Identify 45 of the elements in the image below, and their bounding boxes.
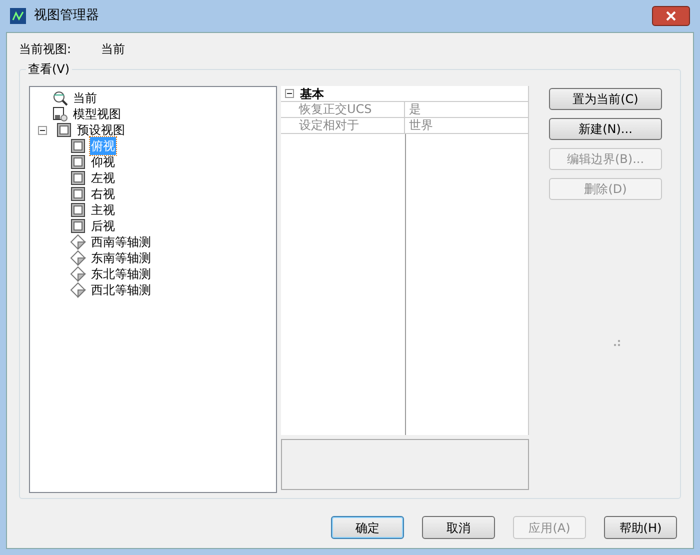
tree-item[interactable]: 仰视 xyxy=(90,153,116,171)
iso-cube-icon xyxy=(70,266,86,282)
tree-item[interactable]: 后视 xyxy=(90,217,116,235)
action-button[interactable]: 新建(N)... xyxy=(549,118,662,140)
action-button[interactable]: 置为当前(C) xyxy=(549,88,662,110)
tree-item[interactable]: 主视 xyxy=(90,201,116,219)
app-icon xyxy=(10,8,26,24)
window-title: 视图管理器 xyxy=(34,7,100,26)
magnifier-icon xyxy=(52,90,68,106)
tree-item[interactable]: 右视 xyxy=(90,185,116,203)
tree-item[interactable]: 左视 xyxy=(90,169,116,187)
property-value: 是 xyxy=(408,102,421,117)
cube-icon xyxy=(70,186,86,202)
dialog-button[interactable]: 帮助(H) xyxy=(604,516,677,539)
cube-icon xyxy=(70,202,86,218)
close-button[interactable] xyxy=(652,6,690,26)
window-icon xyxy=(52,106,68,122)
cube-icon xyxy=(56,122,72,138)
cube-icon xyxy=(70,138,86,154)
tree-item[interactable]: 东南等轴测 xyxy=(90,249,152,267)
tree-item[interactable]: 西北等轴测 xyxy=(90,281,152,299)
tree-item[interactable]: 当前 xyxy=(72,89,98,107)
property-name: 设定相对于 xyxy=(281,118,405,133)
iso-cube-icon xyxy=(70,234,86,250)
property-name: 恢复正交UCS xyxy=(281,102,405,117)
dialog-button[interactable]: 确定 xyxy=(331,516,404,539)
section-toggle[interactable] xyxy=(285,89,294,98)
current-view-value: 当前 xyxy=(101,41,126,58)
cube-icon xyxy=(70,170,86,186)
iso-cube-icon xyxy=(70,282,86,298)
dialog-button[interactable]: 取消 xyxy=(422,516,495,539)
current-view-label: 当前视图: xyxy=(19,41,72,58)
resize-grip-icon xyxy=(614,340,620,346)
group-label: 查看(V) xyxy=(26,61,72,77)
iso-cube-icon xyxy=(70,250,86,266)
cube-icon xyxy=(70,154,86,170)
cube-icon xyxy=(70,218,86,234)
tree-item[interactable]: 西南等轴测 xyxy=(90,233,152,251)
collapse-toggle[interactable] xyxy=(38,126,47,134)
tree-item[interactable]: 预设视图 xyxy=(76,121,126,139)
section-title: 基本 xyxy=(300,86,324,102)
property-value: 世界 xyxy=(408,118,433,133)
tree-item[interactable]: 东北等轴测 xyxy=(90,265,152,283)
close-icon xyxy=(666,11,676,21)
tree-item[interactable]: 模型视图 xyxy=(72,105,122,123)
